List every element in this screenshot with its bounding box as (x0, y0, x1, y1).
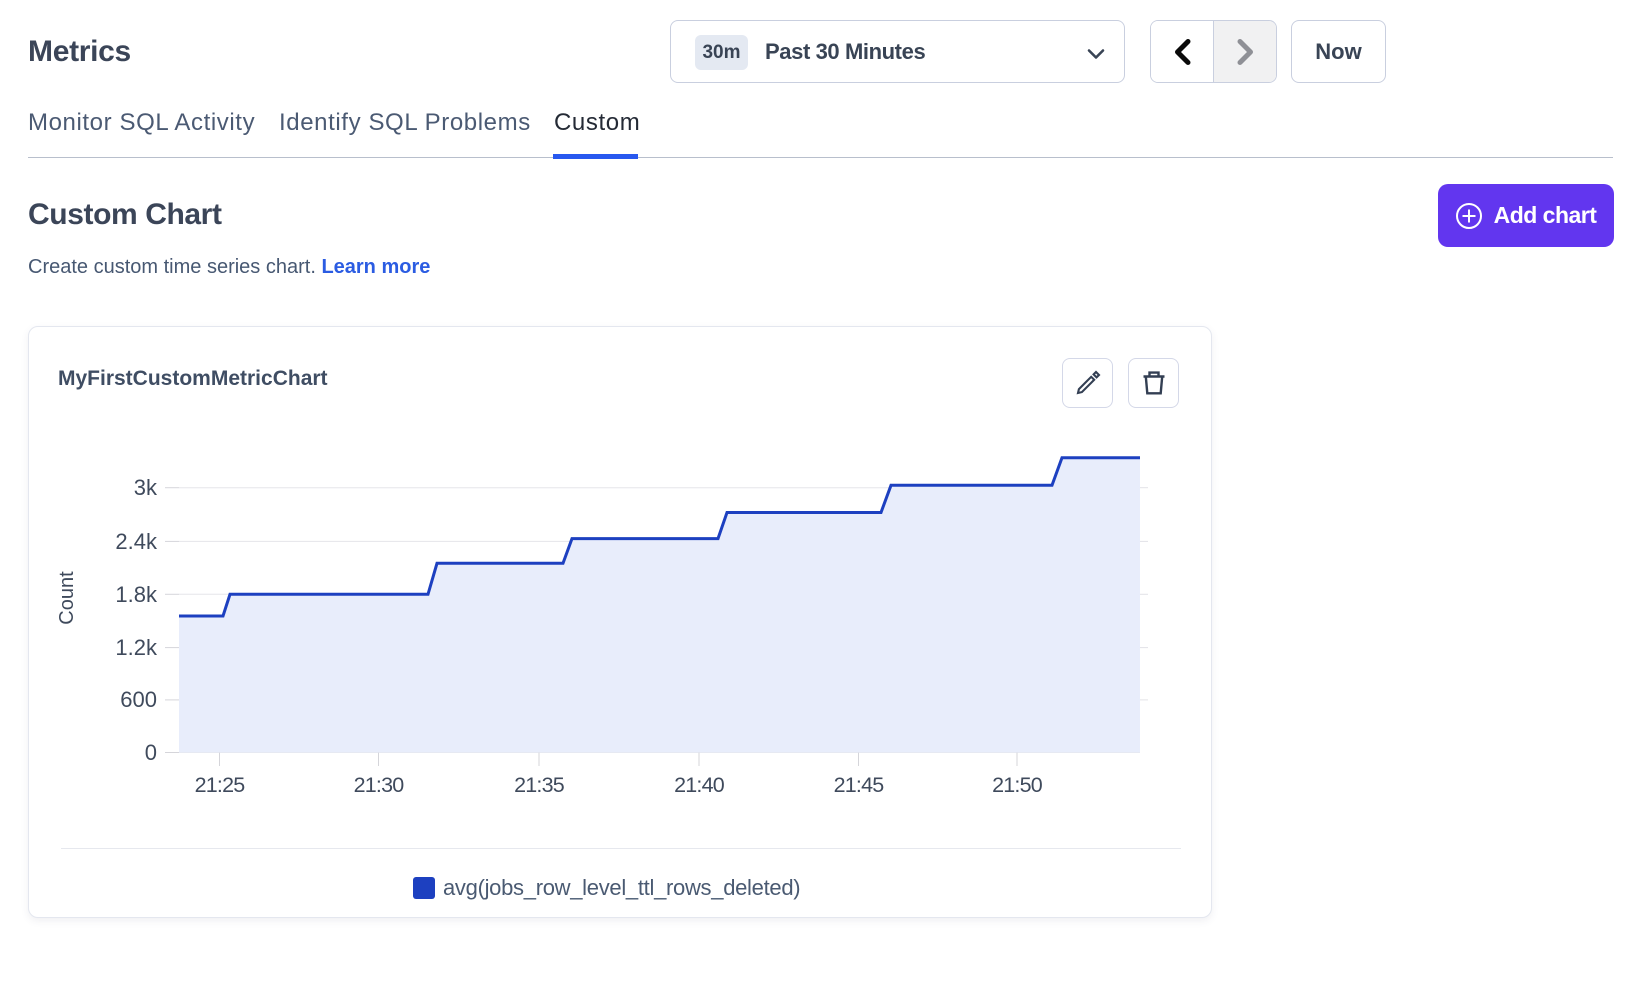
svg-text:21:35: 21:35 (514, 773, 565, 797)
svg-text:2.4k: 2.4k (115, 529, 158, 554)
svg-text:21:30: 21:30 (354, 773, 405, 797)
svg-text:21:50: 21:50 (992, 773, 1043, 797)
svg-text:21:45: 21:45 (834, 773, 885, 797)
svg-text:0: 0 (145, 740, 157, 765)
svg-text:1.8k: 1.8k (115, 582, 158, 607)
svg-text:1.2k: 1.2k (115, 635, 158, 660)
svg-text:3k: 3k (134, 475, 158, 500)
svg-text:600: 600 (120, 687, 157, 712)
svg-text:21:40: 21:40 (674, 773, 725, 797)
svg-text:21:25: 21:25 (195, 773, 246, 797)
svg-text:Count: Count (56, 571, 78, 625)
